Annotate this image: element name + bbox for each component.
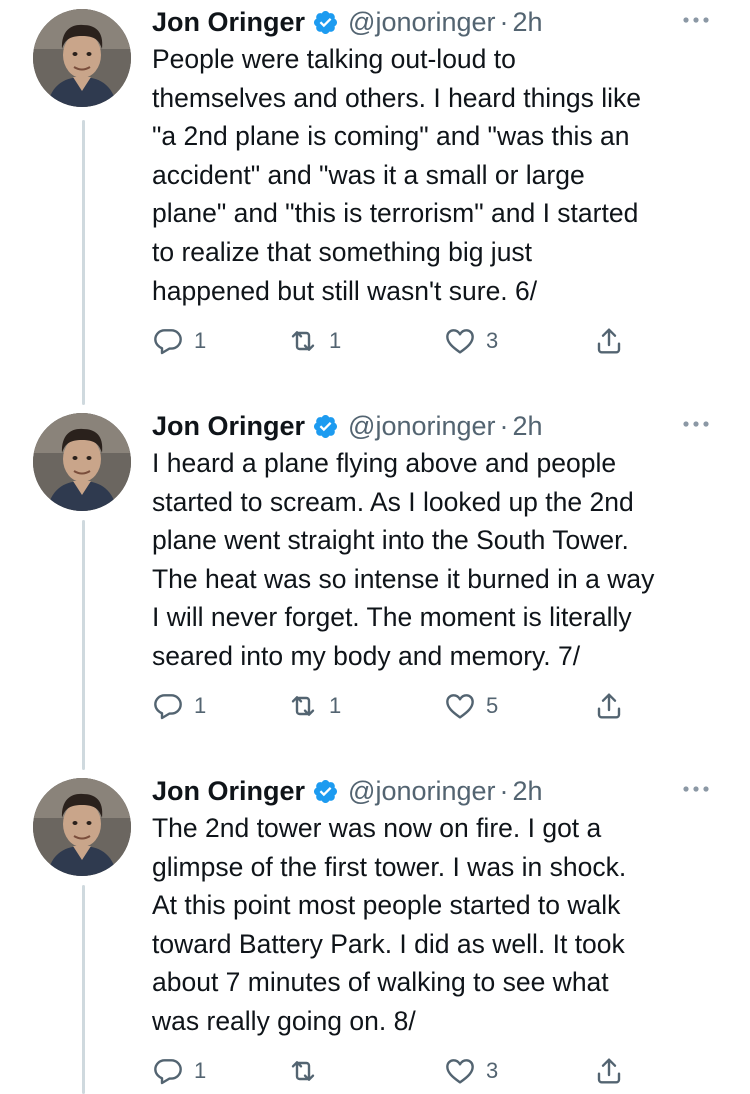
retweet-count: 1 bbox=[329, 693, 342, 718]
author-handle[interactable]: @jonoringer bbox=[348, 7, 496, 38]
avatar[interactable] bbox=[33, 9, 131, 107]
reply-button[interactable]: 1 bbox=[152, 1054, 206, 1088]
retweet-button[interactable]: 1 bbox=[287, 324, 341, 358]
reply-count: 1 bbox=[194, 328, 207, 353]
tweet[interactable]: Jon Oringer @jonoringer · 2h I heard a p… bbox=[0, 406, 750, 766]
more-options-icon[interactable] bbox=[678, 10, 714, 30]
retweet-icon bbox=[291, 696, 315, 716]
reply-icon bbox=[154, 694, 182, 720]
tweet-header: Jon Oringer @jonoringer · 2h bbox=[152, 2, 543, 42]
retweet-button[interactable] bbox=[287, 1054, 329, 1088]
separator: · bbox=[499, 6, 509, 37]
timestamp[interactable]: 2h bbox=[513, 411, 543, 442]
heart-icon bbox=[446, 1059, 474, 1084]
retweet-count: 1 bbox=[329, 328, 342, 353]
tweet[interactable]: Jon Oringer @jonoringer · 2h The 2nd tow… bbox=[0, 771, 750, 1094]
retweet-icon bbox=[291, 1061, 315, 1081]
author-name[interactable]: Jon Oringer bbox=[152, 411, 305, 442]
share-icon bbox=[597, 693, 621, 719]
like-count: 5 bbox=[486, 693, 499, 718]
share-button[interactable] bbox=[593, 689, 625, 723]
separator: · bbox=[499, 775, 509, 806]
share-button[interactable] bbox=[593, 1054, 625, 1088]
heart-icon bbox=[446, 329, 474, 354]
author-handle[interactable]: @jonoringer bbox=[348, 411, 496, 442]
verified-badge-icon bbox=[312, 9, 339, 36]
avatar[interactable] bbox=[33, 413, 131, 511]
tweet-header: Jon Oringer @jonoringer · 2h bbox=[152, 771, 543, 811]
tweet-text: I heard a plane flying above and people … bbox=[152, 448, 655, 671]
share-button[interactable] bbox=[593, 324, 625, 358]
timestamp[interactable]: 2h bbox=[513, 7, 543, 38]
reply-button[interactable]: 1 bbox=[152, 689, 206, 723]
like-button[interactable]: 3 bbox=[444, 324, 498, 358]
reply-icon bbox=[154, 1059, 182, 1085]
tweet[interactable]: Jon Oringer @jonoringer · 2h People were… bbox=[0, 2, 750, 402]
verified-badge-icon bbox=[312, 413, 339, 440]
author-handle[interactable]: @jonoringer bbox=[348, 776, 496, 807]
separator: · bbox=[499, 410, 509, 441]
timestamp[interactable]: 2h bbox=[513, 776, 543, 807]
retweet-icon bbox=[291, 331, 315, 351]
more-options-icon[interactable] bbox=[678, 414, 714, 434]
tweet-actions: 1 1 3 bbox=[152, 324, 652, 358]
like-button[interactable]: 5 bbox=[444, 689, 498, 723]
reply-button[interactable]: 1 bbox=[152, 324, 206, 358]
tweet-actions: 1 3 bbox=[152, 1054, 652, 1088]
like-button[interactable]: 3 bbox=[444, 1054, 498, 1088]
like-count: 3 bbox=[486, 1058, 499, 1083]
tweet-actions: 1 1 5 bbox=[152, 689, 652, 723]
reply-icon bbox=[154, 329, 182, 355]
author-name[interactable]: Jon Oringer bbox=[152, 776, 305, 807]
verified-badge-icon bbox=[312, 778, 339, 805]
share-icon bbox=[597, 1058, 621, 1084]
retweet-button[interactable]: 1 bbox=[287, 689, 341, 723]
heart-icon bbox=[446, 694, 474, 719]
like-count: 3 bbox=[486, 328, 499, 353]
reply-count: 1 bbox=[194, 693, 207, 718]
author-name[interactable]: Jon Oringer bbox=[152, 7, 305, 38]
reply-count: 1 bbox=[194, 1058, 207, 1083]
tweet-text: The 2nd tower was now on fire. I got a g… bbox=[152, 813, 627, 1036]
tweet-text: People were talking out-loud to themselv… bbox=[152, 44, 642, 306]
tweet-header: Jon Oringer @jonoringer · 2h bbox=[152, 406, 543, 446]
more-options-icon[interactable] bbox=[678, 779, 714, 799]
share-icon bbox=[597, 328, 621, 354]
avatar[interactable] bbox=[33, 778, 131, 876]
